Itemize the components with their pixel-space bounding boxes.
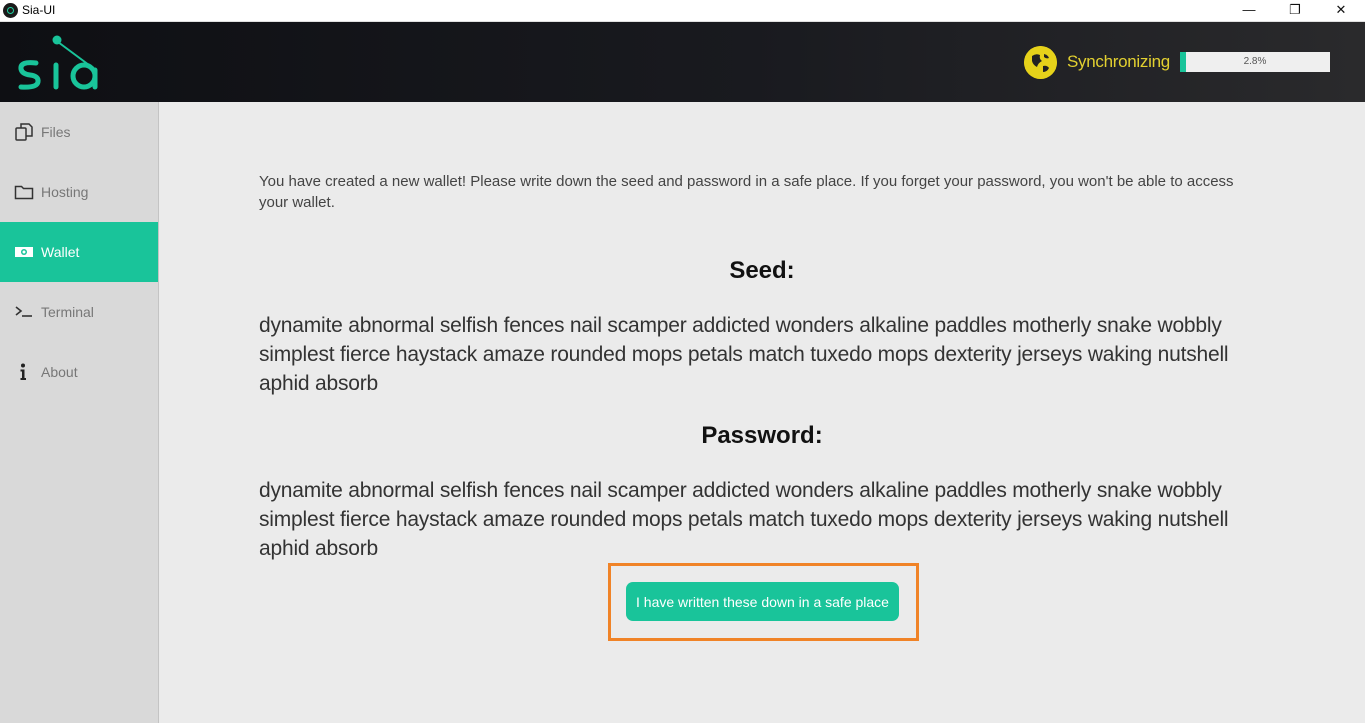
app-header: Synchronizing 2.8% xyxy=(0,22,1365,102)
sidebar-item-label: Wallet xyxy=(41,244,80,260)
minimize-button[interactable]: — xyxy=(1226,0,1272,22)
info-icon xyxy=(20,363,26,380)
sidebar-item-label: Terminal xyxy=(41,304,94,320)
sidebar-item-about[interactable]: About xyxy=(0,342,158,402)
sidebar-item-label: About xyxy=(41,364,78,380)
seed-heading: Seed: xyxy=(729,257,795,284)
sia-logo-icon xyxy=(18,35,98,90)
terminal-icon xyxy=(15,306,32,317)
sidebar-item-hosting[interactable]: Hosting xyxy=(0,162,158,222)
sidebar-item-label: Files xyxy=(41,124,71,140)
sync-progress-text: 2.8% xyxy=(1243,56,1267,67)
sia-app-icon xyxy=(3,3,18,18)
sync-status-label: Synchronizing xyxy=(1067,52,1170,71)
wallet-icon xyxy=(15,247,33,257)
password-phrase: dynamite abnormal selfish fences nail sc… xyxy=(259,479,1229,560)
globe-icon xyxy=(1024,46,1057,79)
wallet-created-panel: You have created a new wallet! Please wr… xyxy=(159,102,1365,723)
sidebar-item-files[interactable]: Files xyxy=(0,102,158,162)
confirm-written-down-button[interactable]: I have written these down in a safe plac… xyxy=(626,582,899,621)
password-heading: Password: xyxy=(701,422,823,449)
files-icon xyxy=(15,123,33,141)
maximize-button[interactable]: ❐ xyxy=(1272,0,1318,22)
folder-icon xyxy=(14,185,34,200)
window-title: Sia-UI xyxy=(22,3,56,17)
seed-phrase: dynamite abnormal selfish fences nail sc… xyxy=(259,314,1229,395)
sidebar-item-terminal[interactable]: Terminal xyxy=(0,282,158,342)
sidebar-item-label: Hosting xyxy=(41,184,89,200)
close-button[interactable]: ✕ xyxy=(1318,0,1364,22)
sidebar-item-wallet[interactable]: Wallet xyxy=(0,222,158,282)
sidebar: Files Hosting Wallet Terminal About xyxy=(0,102,159,723)
window-titlebar: Sia-UI — ❐ ✕ xyxy=(0,0,1365,22)
sync-progress-bar: 2.8% xyxy=(1180,52,1330,72)
wallet-created-message: You have created a new wallet! Please wr… xyxy=(259,173,1234,211)
